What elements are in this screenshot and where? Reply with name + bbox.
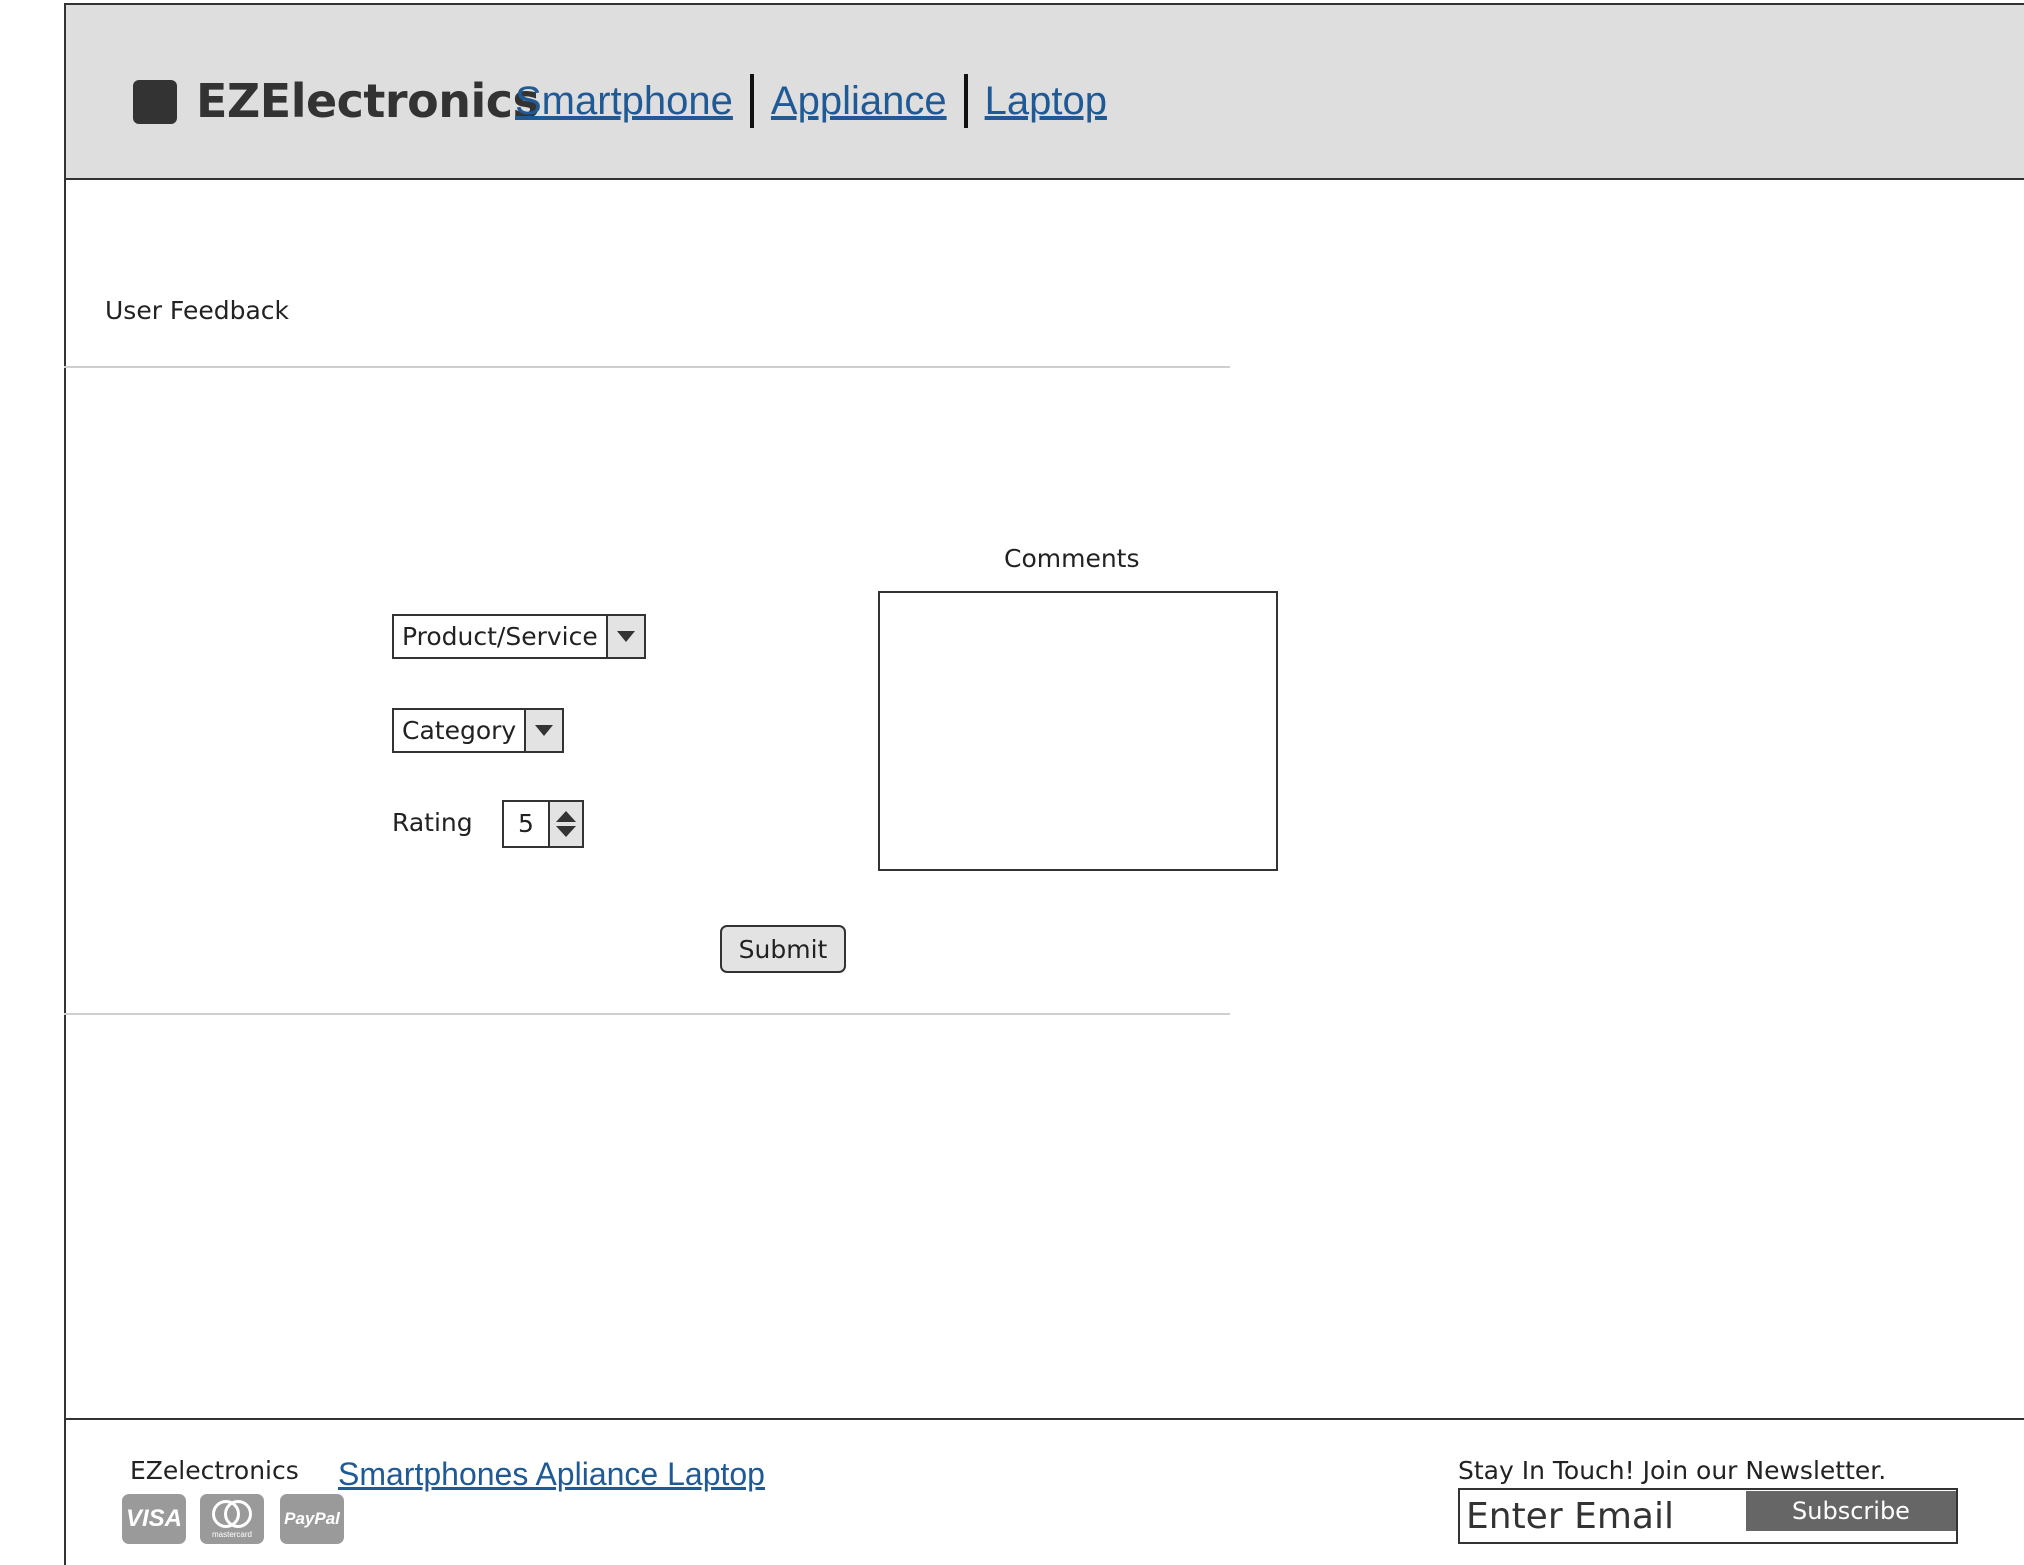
mastercard-icon: mastercard [200,1494,264,1544]
chevron-down-icon[interactable] [524,710,563,751]
comments-textarea[interactable] [878,591,1278,871]
rating-label: Rating [392,808,473,837]
submit-button[interactable]: Submit [720,925,846,973]
section-title: User Feedback [105,296,289,325]
divider-top [64,366,1230,368]
newsletter-label: Stay In Touch! Join our Newsletter. [1458,1456,1887,1485]
nav-link-laptop[interactable]: Laptop [985,79,1107,124]
rating-value[interactable]: 5 [504,802,548,846]
paypal-icon: PayPal [280,1494,344,1544]
increment-arrow-icon[interactable] [556,811,576,822]
visa-icon: VISA [122,1494,186,1544]
category-select[interactable]: Category [392,708,565,753]
main-nav: Smartphone Appliance Laptop [515,74,1107,128]
rating-stepper[interactable]: 5 [502,800,584,848]
category-value: Category [402,716,517,745]
comments-label: Comments [1004,544,1140,573]
logo-icon [133,80,177,124]
nav-separator [963,74,968,128]
divider-bottom [64,1013,1230,1015]
brand-name: EZElectronics [196,74,540,128]
product-service-value: Product/Service [402,622,598,651]
footer-brand: EZelectronics [130,1456,299,1485]
nav-link-appliance[interactable]: Appliance [771,79,947,124]
mastercard-text: mastercard [211,1529,252,1539]
decrement-arrow-icon[interactable] [556,826,576,837]
email-input[interactable] [1466,1490,1746,1542]
stepper-controls[interactable] [548,802,582,846]
nav-link-smartphone[interactable]: Smartphone [515,79,733,124]
chevron-down-icon[interactable] [605,616,644,657]
subscribe-button[interactable]: Subscribe [1746,1491,1956,1531]
nav-separator [749,74,754,128]
product-service-select[interactable]: Product/Service [392,614,646,659]
footer-links[interactable]: Smartphones Apliance Laptop [338,1456,765,1493]
